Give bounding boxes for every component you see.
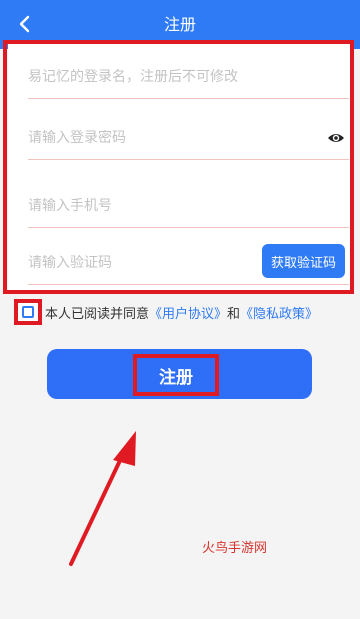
register-form: 获取验证码 [8, 40, 352, 293]
agreement-row: 本人已阅读并同意 《用户协议》 和 《隐私政策》 [14, 299, 318, 325]
phone-field [28, 185, 349, 228]
username-input[interactable] [28, 69, 349, 85]
get-code-button[interactable]: 获取验证码 [262, 244, 345, 278]
user-agreement-link[interactable]: 《用户协议》 [149, 303, 227, 322]
username-field [28, 56, 349, 99]
register-button[interactable] [47, 349, 312, 399]
phone-input[interactable] [28, 198, 349, 214]
verification-code-field: 获取验证码 [28, 242, 349, 285]
show-password-toggle[interactable] [327, 129, 345, 147]
password-input[interactable] [28, 130, 349, 146]
password-field [28, 117, 349, 160]
agreement-text: 本人已阅读并同意 [45, 306, 150, 322]
verification-code-input[interactable] [28, 255, 248, 271]
privacy-policy-link[interactable]: 《隐私政策》 [240, 303, 318, 322]
agreement-conjunction: 和 [227, 306, 241, 322]
eye-icon [328, 134, 344, 142]
watermark: 火鸟手游网 [202, 541, 268, 556]
agreement-checkbox[interactable] [22, 306, 34, 318]
highlight-checkbox-box [14, 299, 42, 325]
